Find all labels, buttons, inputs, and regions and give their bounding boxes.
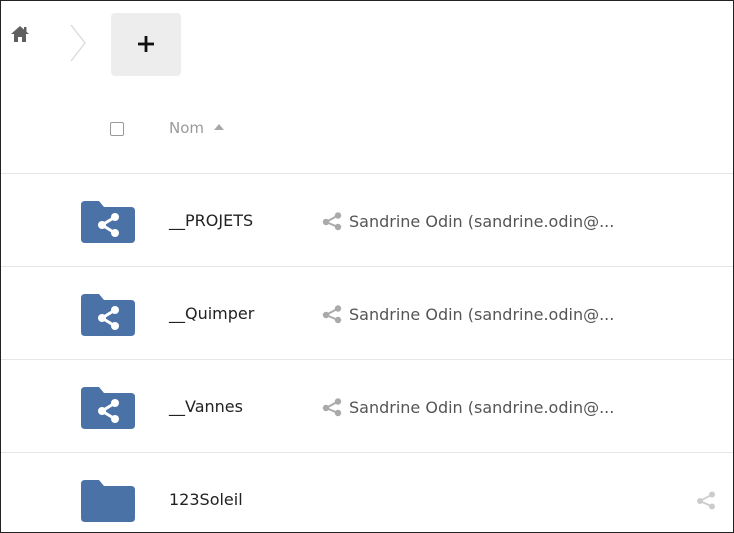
share-owner: Sandrine Odin (sandrine.odin@...: [349, 211, 615, 231]
plus-icon: [138, 36, 154, 52]
home-icon[interactable]: [9, 23, 31, 45]
shared-folder-icon: [81, 294, 135, 336]
share-info[interactable]: Sandrine Odin (sandrine.odin@...: [321, 304, 614, 324]
folder-icon: [81, 480, 135, 522]
file-row-projets[interactable]: __PROJETS Sandrine Odin (sandrine.odin@.…: [1, 174, 733, 267]
share-icon: [322, 212, 342, 231]
share-owner: Sandrine Odin (sandrine.odin@...: [349, 397, 615, 417]
file-row-vannes[interactable]: __Vannes Sandrine Odin (sandrine.odin@..…: [1, 360, 733, 453]
file-name: 123Soleil: [169, 490, 243, 509]
shared-folder-icon: [81, 201, 135, 243]
chevron-right-icon: [67, 23, 89, 63]
file-list-header: Nom: [1, 87, 733, 174]
share-icon[interactable]: [695, 489, 717, 511]
share-owner: Sandrine Odin (sandrine.odin@...: [349, 304, 615, 324]
file-list: __PROJETS Sandrine Odin (sandrine.odin@.…: [1, 174, 733, 532]
file-row-123soleil[interactable]: 123Soleil: [1, 453, 733, 532]
share-info[interactable]: Sandrine Odin (sandrine.odin@...: [321, 397, 614, 417]
file-name: __Vannes: [169, 397, 243, 416]
add-new-button[interactable]: [111, 13, 181, 76]
breadcrumb-toolbar: [1, 1, 733, 81]
sort-by-name[interactable]: Nom: [169, 119, 225, 137]
name-column-label: Nom: [169, 119, 205, 137]
share-icon: [322, 398, 342, 417]
select-all-checkbox[interactable]: [110, 122, 124, 136]
shared-folder-icon: [81, 387, 135, 429]
file-name: __PROJETS: [169, 211, 254, 230]
caret-up-icon: [214, 124, 225, 130]
share-icon: [322, 305, 342, 324]
files-app-window: Nom __PROJETS Sandrine Odin (sandrine.od…: [0, 0, 734, 533]
file-name: __Quimper: [169, 304, 255, 323]
share-info[interactable]: Sandrine Odin (sandrine.odin@...: [321, 211, 614, 231]
file-row-quimper[interactable]: __Quimper Sandrine Odin (sandrine.odin@.…: [1, 267, 733, 360]
